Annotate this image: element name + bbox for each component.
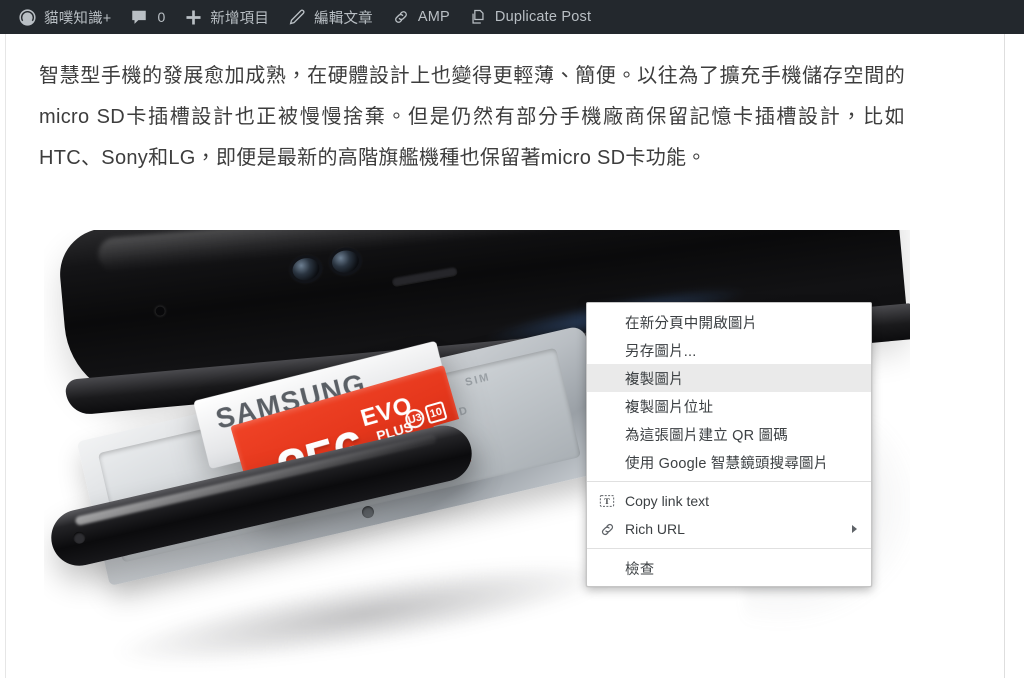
phone-mic-hole xyxy=(155,306,166,317)
adminbar-item-duplicate-post[interactable]: Duplicate Post xyxy=(459,0,600,34)
adminbar-item-comments[interactable]: 0 xyxy=(120,0,174,34)
pencil-icon xyxy=(287,7,307,27)
chevron-right-icon xyxy=(852,525,857,533)
context-menu-item-copy-image-address[interactable]: 複製圖片位址 xyxy=(587,392,871,420)
context-menu-item-label: Rich URL xyxy=(625,521,685,537)
context-menu-item-rich-url[interactable]: Rich URL xyxy=(587,515,871,543)
tray-screw-hole xyxy=(360,504,376,520)
context-menu-item-open-image-new-tab[interactable]: 在新分頁中開啟圖片 xyxy=(587,308,871,336)
phone-bottom-bar-hole xyxy=(72,530,87,545)
context-menu-separator xyxy=(587,481,871,482)
adminbar-comment-count: 0 xyxy=(157,9,166,25)
context-menu-item-copy-link-text[interactable]: T Copy link text xyxy=(587,487,871,515)
adminbar-item-edit-post[interactable]: 編輯文章 xyxy=(278,0,382,34)
context-menu-item-google-lens-search[interactable]: 使用 Google 智慧鏡頭搜尋圖片 xyxy=(587,448,871,476)
context-menu-item-label: 複製圖片位址 xyxy=(625,399,714,416)
plus-icon xyxy=(183,7,203,27)
text-box-icon: T xyxy=(598,492,616,510)
phone-gloss-highlight xyxy=(96,230,867,273)
post-paragraph: 智慧型手機的發展愈加成熟，在硬體設計上也變得更輕薄、簡便。以往為了擴充手機儲存空… xyxy=(39,65,905,169)
context-menu-item-create-qr-code[interactable]: 為這張圖片建立 QR 圖碼 xyxy=(587,420,871,448)
context-menu-item-copy-image[interactable]: 複製圖片 xyxy=(587,364,871,392)
microsd-class-badge: 10 xyxy=(424,401,448,425)
dashboard-gauge-icon xyxy=(17,7,37,27)
adminbar-site-name-label: 貓噗知識+ xyxy=(44,10,112,27)
comment-bubble-icon xyxy=(129,7,149,27)
context-menu-item-label: 為這張圖片建立 QR 圖碼 xyxy=(625,427,788,444)
adminbar-item-site-name[interactable]: 貓噗知識+ xyxy=(8,0,120,34)
link-chain-icon xyxy=(598,520,616,538)
context-menu-item-label: 複製圖片 xyxy=(625,371,684,388)
context-menu-item-label: 在新分頁中開啟圖片 xyxy=(625,315,758,332)
context-menu-item-save-image-as[interactable]: 另存圖片... xyxy=(587,336,871,364)
adminbar-item-new-content[interactable]: 新增項目 xyxy=(174,0,278,34)
duplicate-pages-icon xyxy=(468,7,488,27)
camera-lens-secondary xyxy=(330,248,361,275)
adminbar-item-amp[interactable]: AMP xyxy=(382,0,459,34)
context-menu-item-label: 檢查 xyxy=(625,561,655,578)
phone-speaker-slot xyxy=(391,265,458,287)
context-menu-item-label: Copy link text xyxy=(625,493,710,509)
link-chain-icon xyxy=(391,7,411,27)
context-menu-item-label: 另存圖片... xyxy=(625,343,697,360)
adminbar-duplicate-post-label: Duplicate Post xyxy=(494,9,592,25)
browser-context-menu[interactable]: 在新分頁中開啟圖片 另存圖片... 複製圖片 複製圖片位址 為這張圖片建立 QR… xyxy=(586,302,872,587)
wordpress-admin-bar: 貓噗知識+ 0 新增項目 編輯文章 AMP Duplicate Post xyxy=(0,0,1024,34)
context-menu-item-inspect[interactable]: 檢查 xyxy=(587,554,871,582)
context-menu-item-label: 使用 Google 智慧鏡頭搜尋圖片 xyxy=(625,455,829,472)
adminbar-new-content-label: 新增項目 xyxy=(210,10,270,27)
post-content-column: 智慧型手機的發展愈加成熟，在硬體設計上也變得更輕薄、簡便。以往為了擴充手機儲存空… xyxy=(39,34,909,179)
context-menu-separator xyxy=(587,548,871,549)
microsd-speed-badge: U3 xyxy=(403,407,427,431)
svg-text:T: T xyxy=(604,496,610,506)
camera-lens-primary xyxy=(290,256,322,283)
adminbar-amp-label: AMP xyxy=(417,9,450,25)
adminbar-edit-post-label: 編輯文章 xyxy=(314,10,373,27)
